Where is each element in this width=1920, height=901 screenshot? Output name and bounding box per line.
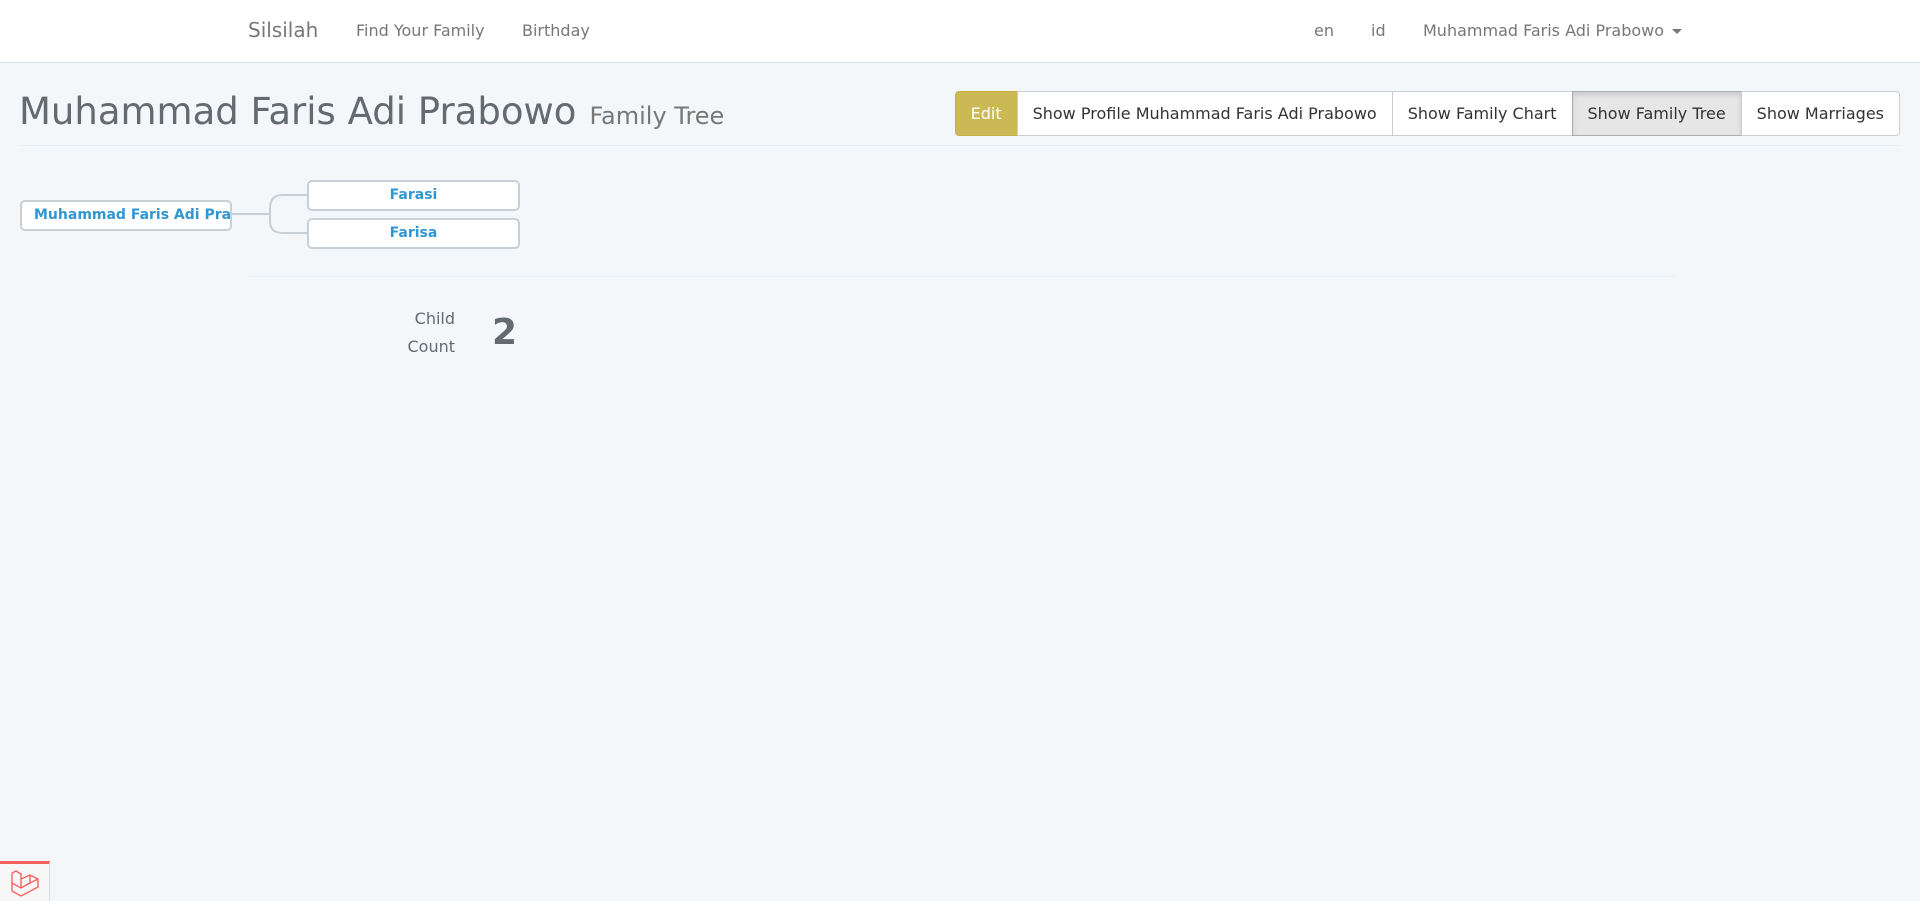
tree-connectors (232, 194, 307, 234)
section-divider (248, 276, 1674, 277)
tree-node-child[interactable]: Farasi (307, 180, 520, 211)
tree-node-root[interactable]: Muhammad Faris Adi Prabowo (20, 200, 232, 231)
child-count-label: Child Count (407, 309, 455, 356)
debugbar-toggle[interactable] (0, 861, 50, 901)
tree-node-child[interactable]: Farisa (307, 218, 520, 249)
child-count-value: 2 (492, 312, 518, 353)
laravel-logo-icon (11, 870, 39, 897)
